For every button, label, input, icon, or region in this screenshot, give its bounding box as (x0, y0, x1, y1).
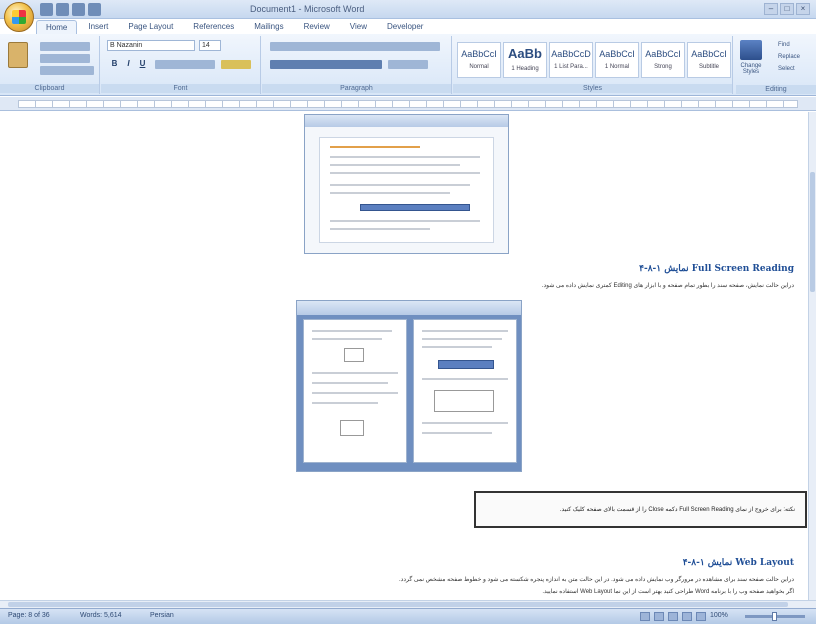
font-name-combo[interactable]: B Nazanin (107, 40, 195, 51)
style-normal-1[interactable]: AaBbCcI 1 Normal (595, 42, 639, 78)
style-strong[interactable]: AaBbCcI Strong (641, 42, 685, 78)
window-title: Document1 - Microsoft Word (250, 4, 365, 14)
styles-label: Styles (453, 84, 732, 93)
draft-view-button[interactable] (696, 612, 706, 621)
change-styles-icon (740, 40, 762, 60)
save-icon[interactable] (40, 3, 53, 16)
format-painter-button[interactable] (40, 66, 94, 75)
office-button[interactable] (4, 2, 34, 32)
paragraph-group: Paragraph (262, 36, 452, 94)
page-count[interactable]: Page: 8 of 36 (8, 612, 50, 619)
tab-insert[interactable]: Insert (79, 20, 117, 34)
embedded-screenshot-word-dialog (304, 114, 509, 254)
font-size-combo[interactable]: 14 (199, 40, 221, 51)
alignment-buttons[interactable] (270, 60, 382, 69)
paragraph-web-layout-2: اگر بخواهید صفحه وب را با برنامه Word طر… (542, 589, 794, 595)
quick-access-toolbar (40, 3, 101, 16)
maximize-button[interactable]: □ (780, 3, 794, 15)
embedded-screenshot-full-screen-reading (296, 300, 522, 472)
tab-page-layout[interactable]: Page Layout (119, 20, 182, 34)
clipboard-label: Clipboard (0, 84, 99, 93)
copy-button[interactable] (40, 54, 90, 63)
font-effects-buttons[interactable] (155, 60, 215, 69)
tab-view[interactable]: View (341, 20, 376, 34)
vertical-scrollbar[interactable] (808, 112, 816, 604)
paragraph-web-layout-1: دراین حالت صفحه سند برای مشاهده در مرورگ… (399, 577, 794, 583)
status-bar: Page: 8 of 36 Words: 5,614 Persian 100% (0, 608, 816, 624)
shading-buttons[interactable] (388, 60, 428, 69)
horizontal-ruler[interactable] (0, 97, 816, 111)
tab-review[interactable]: Review (295, 20, 339, 34)
undo-icon[interactable] (56, 3, 69, 16)
style-heading-1[interactable]: AaBb 1 Heading (503, 42, 547, 78)
bold-button[interactable]: B (109, 58, 120, 69)
horizontal-scrollbar[interactable] (0, 600, 816, 608)
tab-home[interactable]: Home (36, 20, 78, 34)
note-text: نکته: برای خروج از نمای Full Screen Read… (559, 507, 795, 513)
styles-group: AaBbCcI Normal AaBb 1 Heading AaBbCcD 1 … (453, 36, 733, 94)
tab-developer[interactable]: Developer (378, 20, 432, 34)
highlight-color-button[interactable] (221, 60, 251, 69)
tab-mailings[interactable]: Mailings (245, 20, 292, 34)
language-indicator[interactable]: Persian (150, 612, 174, 619)
customize-qat-icon[interactable] (88, 3, 101, 16)
editing-label: Editing (736, 85, 816, 94)
minimize-button[interactable]: – (764, 3, 778, 15)
select-button[interactable]: Select (778, 66, 795, 72)
paragraph-label: Paragraph (262, 84, 451, 93)
ribbon-tabs: Home Insert Page Layout References Maili… (36, 20, 432, 35)
print-layout-view-button[interactable] (640, 612, 650, 621)
section-heading-web-layout: ۴-۸-۱ نمایش Web Layout (682, 558, 794, 568)
paste-button[interactable] (8, 42, 28, 68)
zoom-slider-knob[interactable] (772, 612, 777, 621)
find-button[interactable]: Find (778, 42, 790, 48)
change-styles-button[interactable]: Change Styles (736, 40, 766, 82)
italic-button[interactable]: I (123, 58, 134, 69)
list-buttons[interactable] (270, 42, 440, 51)
office-logo-icon (12, 10, 26, 24)
title-bar: Document1 - Microsoft Word – □ × (0, 0, 816, 19)
font-group: B Nazanin 14 B I U Font (101, 36, 261, 94)
style-subtitle[interactable]: AaBbCcI Subtitle (687, 42, 731, 78)
hscroll-thumb[interactable] (8, 602, 788, 607)
style-normal[interactable]: AaBbCcI Normal (457, 42, 501, 78)
window-controls: – □ × (764, 3, 810, 15)
font-label: Font (101, 84, 260, 93)
clipboard-group: Clipboard (0, 36, 100, 94)
scroll-thumb[interactable] (810, 172, 815, 292)
style-list-paragraph[interactable]: AaBbCcD 1 List Para... (549, 42, 593, 78)
redo-icon[interactable] (72, 3, 85, 16)
zoom-level[interactable]: 100% (710, 612, 728, 619)
cut-button[interactable] (40, 42, 90, 51)
paragraph-full-screen: دراین حالت نمایش، صفحه سند را بطور تمام … (541, 283, 794, 289)
ribbon: Clipboard B Nazanin 14 B I U Font Paragr… (0, 34, 816, 96)
replace-button[interactable]: Replace (778, 54, 800, 60)
outline-view-button[interactable] (682, 612, 692, 621)
word-count[interactable]: Words: 5,614 (80, 612, 122, 619)
close-button[interactable]: × (796, 3, 810, 15)
underline-button[interactable]: U (137, 58, 148, 69)
tab-references[interactable]: References (184, 20, 243, 34)
section-heading-full-screen: ۴-۸-۱ نمایش Full Screen Reading (639, 264, 794, 274)
web-layout-view-button[interactable] (668, 612, 678, 621)
full-screen-reading-view-button[interactable] (654, 612, 664, 621)
note-box: نکته: برای خروج از نمای Full Screen Read… (474, 491, 807, 528)
